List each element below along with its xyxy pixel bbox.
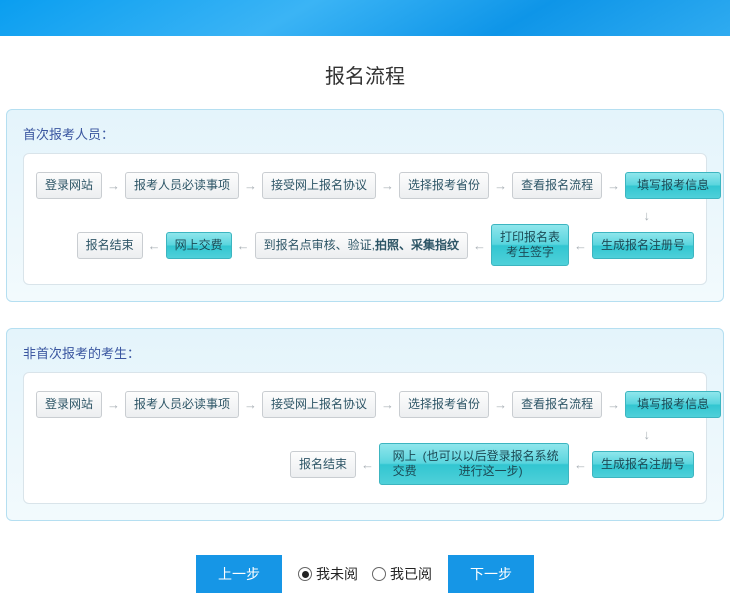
step-view-flow: 查看报名流程 [512,172,602,199]
arrow-right-icon: → [376,397,399,412]
arrow-right-icon: → [489,178,512,193]
step-province: 选择报考省份 [399,172,489,199]
step-notice-2: 报考人员必读事项 [125,391,239,418]
section-returning: 非首次报考的考生： 登录网站 → 报考人员必读事项 → 接受网上报名协议 → 选… [6,328,724,521]
step-pay-2-l2: (也可以以后登录报名系统进行这一步) [421,449,560,479]
read-status-radio-group: 我未阅 我已阅 [298,564,432,584]
step-gen-id-2: 生成报名注册号 [592,451,694,478]
step-print: 打印报名表 考生签字 [491,224,569,266]
arrow-left-icon: ← [356,457,379,472]
flow-box-2: 登录网站 → 报考人员必读事项 → 接受网上报名协议 → 选择报考省份 → 查看… [23,372,707,504]
step-pay-2-l1: 网上交费 [388,449,421,479]
step-province-2: 选择报考省份 [399,391,489,418]
arrow-down-icon: ↓ [644,208,651,223]
page-title: 报名流程 [0,36,730,109]
arrow-right-icon: → [489,397,512,412]
arrow-left-icon: ← [468,238,491,253]
step-pay-2: 网上交费 (也可以以后登录报名系统进行这一步) [379,443,569,485]
prev-button[interactable]: 上一步 [196,555,282,593]
step-agreement-2: 接受网上报名协议 [262,391,376,418]
radio-unread-label: 我未阅 [316,564,358,584]
step-notice: 报考人员必读事项 [125,172,239,199]
flow-row-1b: 报名结束 ← 网上交费 ← 到报名点审核、验证, 拍照、采集指纹 ← 打印报名表… [36,224,694,266]
arrow-down-row-2: ↓ [36,425,694,443]
step-view-flow-2: 查看报名流程 [512,391,602,418]
step-login-2: 登录网站 [36,391,102,418]
main-container: 首次报考人员： 登录网站 → 报考人员必读事项 → 接受网上报名协议 → 选择报… [6,109,724,609]
arrow-left-icon: ← [569,238,592,253]
step-agreement: 接受网上报名协议 [262,172,376,199]
flow-row-2a: 登录网站 → 报考人员必读事项 → 接受网上报名协议 → 选择报考省份 → 查看… [36,387,694,421]
section-first-time: 首次报考人员： 登录网站 → 报考人员必读事项 → 接受网上报名协议 → 选择报… [6,109,724,302]
arrow-left-icon: ← [232,238,255,253]
radio-unread[interactable]: 我未阅 [298,564,358,584]
arrow-right-icon: → [239,397,262,412]
step-fill-info: 填写报考信息 [625,172,721,199]
arrow-right-icon: → [602,178,625,193]
step-verify-part1: 到报名点审核、验证, [264,238,375,253]
step-gen-id: 生成报名注册号 [592,232,694,259]
radio-read[interactable]: 我已阅 [372,564,432,584]
step-login: 登录网站 [36,172,102,199]
arrow-right-icon: → [102,178,125,193]
section-title-2: 非首次报考的考生： [23,343,707,362]
flow-row-2b: 报名结束 ← 网上交费 (也可以以后登录报名系统进行这一步) ← 生成报名注册号 [36,443,694,485]
next-button[interactable]: 下一步 [448,555,534,593]
step-pay: 网上交费 [166,232,232,259]
section-title-1: 首次报考人员： [23,124,707,143]
step-finish-2: 报名结束 [290,451,356,478]
arrow-right-icon: → [102,397,125,412]
step-verify-part2: 拍照、采集指纹 [375,238,459,253]
radio-dot-icon [372,567,386,581]
step-fill-info-2: 填写报考信息 [625,391,721,418]
arrow-down-row: ↓ [36,206,694,224]
top-banner [0,0,730,36]
arrow-left-icon: ← [569,457,592,472]
radio-read-label: 我已阅 [390,564,432,584]
arrow-down-icon: ↓ [644,427,651,442]
arrow-right-icon: → [602,397,625,412]
step-verify: 到报名点审核、验证, 拍照、采集指纹 [255,232,468,259]
arrow-right-icon: → [376,178,399,193]
flow-box-1: 登录网站 → 报考人员必读事项 → 接受网上报名协议 → 选择报考省份 → 查看… [23,153,707,285]
step-finish: 报名结束 [77,232,143,259]
arrow-left-icon: ← [143,238,166,253]
footer-controls: 上一步 我未阅 我已阅 下一步 [6,547,724,609]
arrow-right-icon: → [239,178,262,193]
radio-dot-icon [298,567,312,581]
flow-row-1a: 登录网站 → 报考人员必读事项 → 接受网上报名协议 → 选择报考省份 → 查看… [36,168,694,202]
